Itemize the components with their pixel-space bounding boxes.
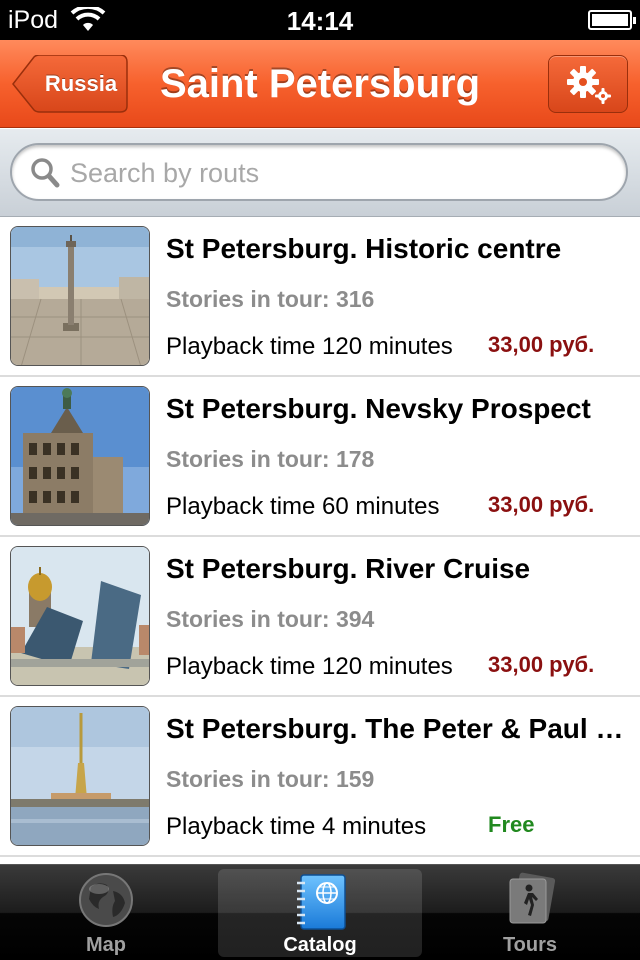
tab-tours-label: Tours [502,934,558,956]
tour-list[interactable]: St Petersburg. Historic centre Stories i… [0,217,640,864]
tour-price: Free [488,812,535,837]
search-input[interactable] [70,153,610,193]
tour-stories-count: Stories in tour: 178 [166,446,375,472]
tour-thumbnail-peter-paul-fortress [10,706,150,846]
tab-bar: Map Catalog Tours [0,864,640,960]
battery-icon [588,10,636,30]
tour-playback-time: Playback time 120 minutes [166,333,453,360]
tab-catalog-label: Catalog [283,934,357,956]
tour-thumbnail-nevsky-prospect [10,386,150,526]
list-item[interactable]: St Petersburg. Historic centre Stories i… [0,217,640,377]
search-icon [31,158,60,188]
tour-playback-time: Playback time 4 minutes [166,813,427,840]
search-field[interactable] [10,143,628,201]
tour-playback-time: Playback time 60 minutes [166,493,440,520]
tour-title: St Petersburg. Nevsky Prospect [166,393,591,424]
settings-button[interactable] [548,55,628,113]
list-item[interactable]: St Petersburg. Nevsky Prospect Stories i… [0,377,640,537]
search-bar [0,129,640,217]
tour-price: 33,00 руб. [488,492,595,517]
tour-thumbnail-historic-centre [10,226,150,366]
gears-icon [567,66,611,104]
tour-price: 33,00 руб. [488,332,595,357]
tour-playback-time: Playback time 120 minutes [166,653,453,680]
tour-title: St Petersburg. The Peter & Paul Fortress [166,713,630,744]
tour-stories-count: Stories in tour: 316 [166,286,375,312]
tour-stories-count: Stories in tour: 159 [166,766,375,792]
page-title: Saint Petersburg [159,62,481,106]
list-item[interactable]: St Petersburg. River Cruise Stories in t… [0,537,640,697]
tour-title: St Petersburg. Historic centre [166,233,562,264]
tour-thumbnail-river-cruise [10,546,150,686]
tab-catalog[interactable]: Catalog [218,869,422,957]
walking-person-icon [509,872,556,924]
back-button[interactable]: Russia [12,55,128,113]
list-item[interactable]: St Petersburg. The Peter & Paul Fortress… [0,697,640,857]
tour-stories-count: Stories in tour: 394 [166,606,375,632]
tour-price: 33,00 руб. [488,652,595,677]
tab-tours[interactable]: Tours [430,865,630,960]
catalog-book-icon [297,874,346,930]
globe-icon [79,873,133,927]
tab-map[interactable]: Map [6,865,206,960]
clock: 14:14 [286,6,354,36]
status-bar: iPod 14:14 [0,0,640,40]
navigation-bar: Russia Saint Petersburg [0,40,640,128]
back-button-label: Russia [44,71,118,96]
tour-title: St Petersburg. River Cruise [166,553,531,584]
tab-map-label: Map [86,934,126,956]
